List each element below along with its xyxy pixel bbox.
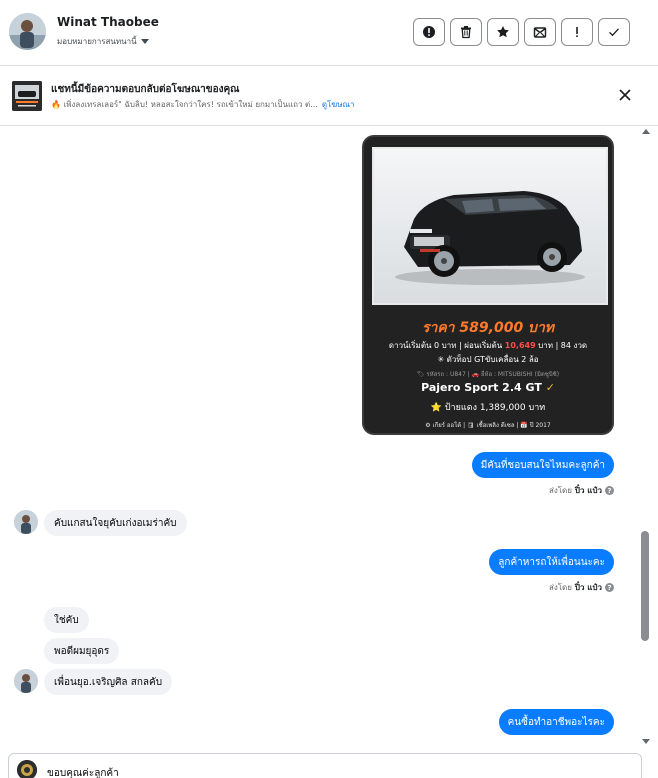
scroll-down-arrow-icon[interactable] bbox=[642, 739, 650, 744]
info-icon[interactable]: ? bbox=[605, 486, 614, 495]
customer-avatar-small[interactable] bbox=[14, 669, 38, 693]
ad-model: Pajero Sport 2.4 GT ✓ bbox=[364, 381, 612, 394]
message-composer[interactable]: ขอบคุณค่ะลูกค้า bbox=[8, 753, 642, 778]
ad-model-name: Pajero Sport 2.4 GT bbox=[421, 381, 542, 394]
ad-notice-subtitle: 🔥 เพิ่งลงเทรลเลอร์" ฉับลิบ! หลอสะใจกว่าใ… bbox=[51, 98, 354, 111]
incoming-message[interactable]: พอดีผมยุอุดร bbox=[44, 638, 120, 664]
caret-down-icon bbox=[140, 39, 149, 44]
page-avatar bbox=[17, 760, 37, 778]
sent-by-label: ส่งโดย ปิ๋ว แป๋ว ? bbox=[549, 484, 614, 497]
message-thread[interactable]: ราคา 589,000 บาท ดาวน์เริ่มต้น 0 บาท | ผ… bbox=[0, 126, 640, 746]
outgoing-message[interactable]: ลูกค้าหารถให้เพื่อนนะคะ bbox=[489, 549, 614, 575]
incoming-message[interactable]: ใช่คับ bbox=[44, 607, 89, 633]
car-photo bbox=[372, 147, 608, 305]
customer-avatar-small[interactable] bbox=[14, 510, 38, 534]
mark-done-button[interactable] bbox=[598, 18, 630, 46]
sent-by-prefix: ส่งโดย bbox=[548, 583, 572, 592]
mark-unread-icon bbox=[533, 27, 547, 38]
customer-name[interactable]: Winat Thaobee bbox=[57, 15, 159, 29]
close-icon[interactable] bbox=[618, 88, 632, 102]
financing-text-a: ดาวน์เริ่มต้น 0 บาท | ผ่อนเริ่มต้น bbox=[388, 341, 505, 350]
ad-thumbnail[interactable] bbox=[12, 81, 42, 111]
star-button[interactable] bbox=[487, 18, 519, 46]
scrollbar-thumb[interactable] bbox=[641, 531, 649, 641]
report-spam-button[interactable] bbox=[413, 18, 445, 46]
scroll-up-arrow-icon[interactable] bbox=[642, 129, 650, 134]
sent-by-label: ส่งโดย ปิ๋ว แป๋ว ? bbox=[549, 581, 614, 594]
outgoing-message[interactable]: มีคันที่ชอบสนใจไหมคะลูกค้า bbox=[471, 452, 614, 478]
financing-text-b: บาท | 84 งวด bbox=[535, 341, 588, 350]
mark-unread-button[interactable] bbox=[524, 18, 556, 46]
incoming-message[interactable]: เพื่อนยุอ.เจริญศิล สกลคับ bbox=[44, 669, 173, 695]
assign-label: มอบหมายการสนทนานี้ bbox=[57, 37, 137, 46]
ad-notice-text: 🔥 เพิ่งลงเทรลเลอร์" ฉับลิบ! หลอสะใจกว่าใ… bbox=[51, 100, 318, 109]
sent-by-agent: ปิ๋ว แป๋ว bbox=[574, 583, 602, 592]
assign-conversation-dropdown[interactable]: มอบหมายการสนทนานี้ bbox=[57, 35, 149, 48]
composer-text[interactable]: ขอบคุณค่ะลูกค้า bbox=[47, 766, 119, 778]
ad-meta: 🏷 รหัสรถ : U847 | 🚗 ยี่ห้อ : MITSUBISHI … bbox=[416, 371, 560, 378]
customer-avatar[interactable] bbox=[9, 13, 46, 50]
thread-scrollbar[interactable] bbox=[640, 126, 652, 746]
delete-button[interactable] bbox=[450, 18, 482, 46]
ad-trim-line: ✳ ตัวท็อป GTขับเคลื่อน 2 ล้อ bbox=[437, 355, 539, 364]
conversation-header: Winat Thaobee มอบหมายการสนทนานี้ bbox=[0, 0, 658, 66]
ad-price: ราคา 589,000 บาท bbox=[421, 320, 555, 336]
financing-monthly-amount: 10,649 bbox=[504, 341, 536, 350]
ad-card[interactable]: ราคา 589,000 บาท ดาวน์เริ่มต้น 0 บาท | ผ… bbox=[362, 135, 614, 435]
sent-by-agent: ปิ๋ว แป๋ว bbox=[574, 486, 602, 495]
conversation-toolbar bbox=[413, 18, 630, 46]
ad-red-plate-price: ⭐ ป้ายแดง 1,389,000 บาท bbox=[430, 403, 546, 413]
exclamation-icon bbox=[576, 27, 578, 37]
outgoing-message[interactable]: คนซื้อทำอาชีพอะไรคะ bbox=[498, 709, 614, 735]
star-icon bbox=[497, 26, 509, 38]
incoming-message[interactable]: คับแกสนใจยุคับเก่งอเมร่าคับ bbox=[44, 510, 187, 536]
ad-notice-title: แชทนี้มีข้อความตอบกลับต่อโฆษณาของคุณ bbox=[51, 84, 240, 95]
alert-circle-icon bbox=[423, 26, 435, 38]
follow-up-button[interactable] bbox=[561, 18, 593, 46]
checkmark-icon bbox=[609, 28, 619, 37]
ad-reply-notice: แชทนี้มีข้อความตอบกลับต่อโฆษณาของคุณ 🔥 เ… bbox=[0, 66, 658, 126]
view-ad-link[interactable]: ดูโฆษณา bbox=[322, 100, 355, 109]
verified-badge-icon: ✓ bbox=[545, 381, 555, 394]
ad-specs: ⚙ เกียร์ ออโต้ | 🛢 เชื้อเพลิง ดีเซล | 📅 … bbox=[425, 422, 551, 429]
ad-financing-line: ดาวน์เริ่มต้น 0 บาท | ผ่อนเริ่มต้น 10,64… bbox=[364, 339, 612, 352]
sent-by-prefix: ส่งโดย bbox=[548, 486, 572, 495]
info-icon[interactable]: ? bbox=[605, 583, 614, 592]
trash-icon bbox=[461, 26, 471, 39]
